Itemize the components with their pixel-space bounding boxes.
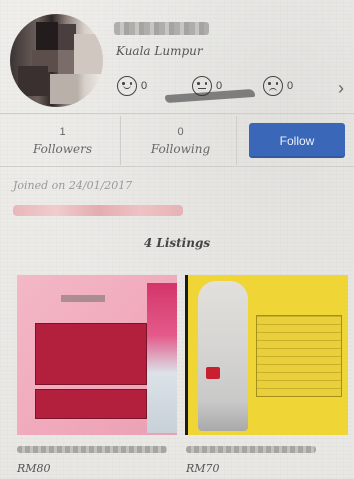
rating-negative-count: 0 — [287, 80, 294, 92]
divider — [0, 113, 354, 114]
followers-count: 1 — [59, 126, 66, 138]
happy-face-icon — [117, 76, 137, 96]
listing-caption-redacted — [186, 446, 316, 453]
size-chart-image — [35, 389, 147, 419]
listings-title: 4 Listings — [143, 236, 211, 250]
chevron-right-icon[interactable]: › — [338, 78, 344, 99]
model-photo — [198, 281, 248, 431]
avatar[interactable] — [10, 14, 103, 107]
listing-caption-redacted — [17, 446, 167, 453]
size-chart-image — [256, 315, 342, 397]
divider — [0, 166, 354, 167]
avatar-pixel — [74, 34, 103, 74]
rating-positive-count: 0 — [141, 80, 148, 92]
divider — [120, 116, 121, 165]
listing-price: RM70 — [186, 462, 220, 475]
following-count: 0 — [177, 126, 184, 138]
bio-redacted — [13, 205, 183, 216]
following-stat[interactable]: 0 Following — [138, 126, 223, 156]
avatar-pixel — [50, 74, 78, 104]
rating-positive: 0 — [117, 76, 147, 96]
card-text-redacted — [61, 295, 105, 302]
size-chart-image — [35, 323, 147, 385]
joined-date: Joined on 24/01/2017 — [13, 179, 133, 192]
rating-negative: 0 — [263, 76, 293, 96]
listing-card[interactable] — [185, 275, 348, 435]
followers-stat[interactable]: 1 Followers — [20, 126, 105, 156]
listing-card[interactable] — [17, 275, 177, 435]
divider — [236, 116, 237, 165]
sad-face-icon — [263, 76, 283, 96]
avatar-pixel — [36, 22, 58, 50]
avatar-pixel — [18, 66, 48, 96]
follow-button[interactable]: Follow — [249, 123, 345, 158]
following-label: Following — [150, 142, 211, 156]
model-photo — [147, 283, 177, 433]
username-redacted — [114, 22, 209, 35]
listing-price: RM80 — [17, 462, 51, 475]
location-label: Kuala Lumpur — [116, 44, 203, 58]
bag-image — [206, 367, 220, 379]
followers-label: Followers — [32, 142, 93, 156]
